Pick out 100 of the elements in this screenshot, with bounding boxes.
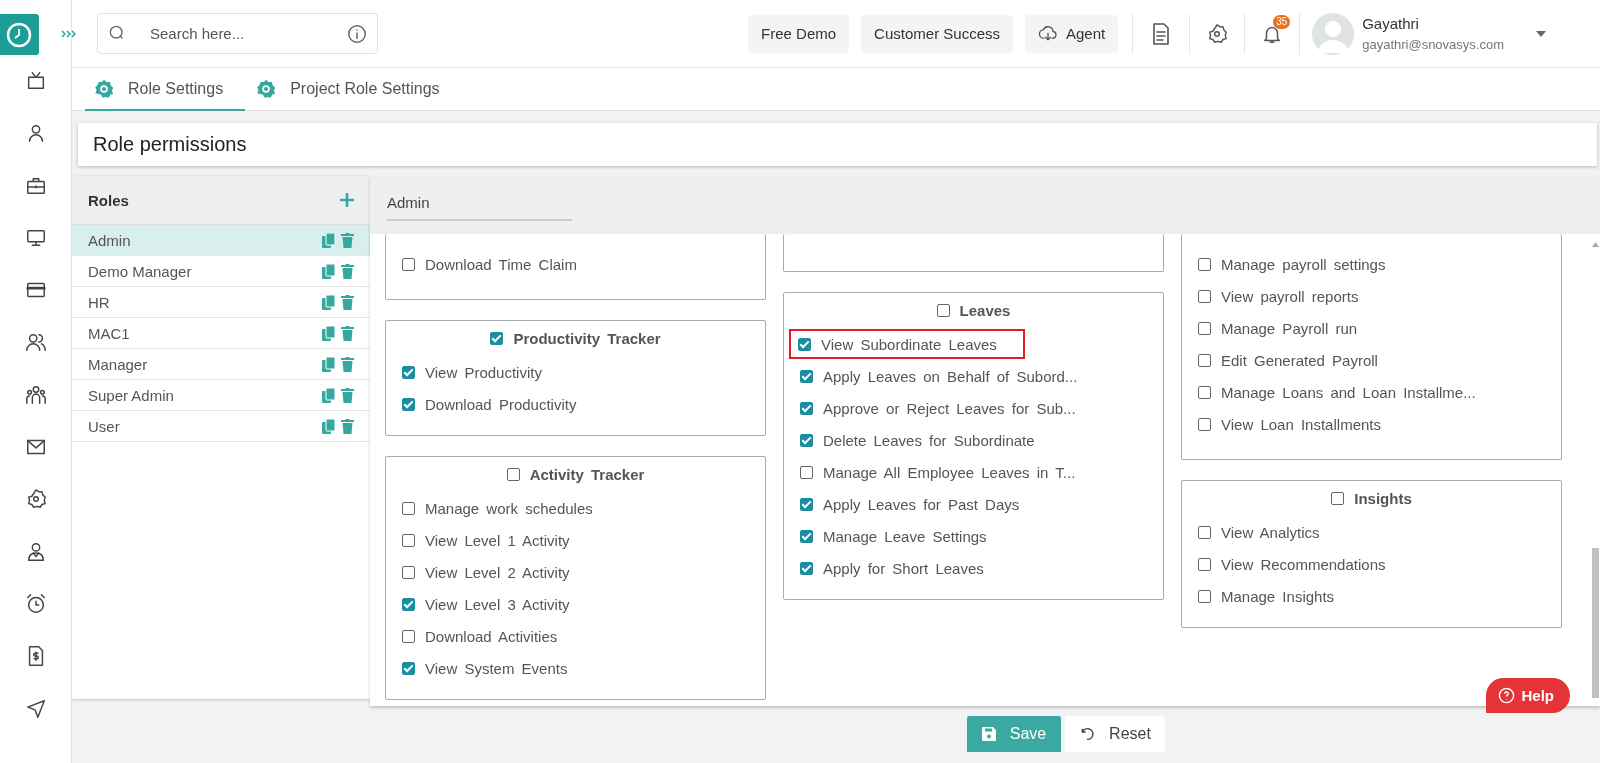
permission-label: Download Productivity bbox=[425, 395, 577, 413]
search-field[interactable]: Search here... bbox=[97, 13, 378, 54]
checkbox[interactable] bbox=[1198, 353, 1211, 367]
checkbox[interactable] bbox=[800, 497, 813, 511]
checkbox[interactable] bbox=[1198, 589, 1211, 603]
permission-label: View System Events bbox=[425, 659, 568, 677]
expand-chevrons-icon[interactable] bbox=[60, 28, 76, 40]
role-name: Demo Manager bbox=[88, 262, 193, 280]
permission-label: Manage payroll settings bbox=[1221, 255, 1386, 273]
role-name: User bbox=[88, 417, 121, 435]
role-row[interactable]: User bbox=[72, 411, 370, 442]
copy-icon[interactable] bbox=[322, 325, 336, 341]
checkbox[interactable] bbox=[800, 433, 813, 447]
role-row[interactable]: HR bbox=[72, 287, 370, 318]
permission-label: View Subordinate Leaves bbox=[821, 335, 997, 353]
copy-icon[interactable] bbox=[322, 232, 336, 248]
checkbox[interactable] bbox=[490, 331, 504, 345]
role-name: HR bbox=[88, 293, 111, 311]
permission-label: Apply Leaves for Past Days bbox=[823, 495, 1020, 513]
user-name: Gayathri bbox=[1362, 15, 1420, 32]
copy-icon[interactable] bbox=[322, 294, 336, 310]
permission-label: Apply Leaves on Behalf of Subord... bbox=[823, 367, 1078, 385]
checkbox[interactable] bbox=[800, 529, 813, 543]
group-title: Productivity Tracker bbox=[513, 329, 661, 347]
trash-icon[interactable] bbox=[341, 263, 354, 279]
trash-icon[interactable] bbox=[341, 294, 354, 310]
checkbox[interactable] bbox=[1331, 491, 1345, 505]
checkbox[interactable] bbox=[936, 303, 950, 317]
permission-label: View Loan Installments bbox=[1221, 415, 1381, 433]
checkbox[interactable] bbox=[1198, 321, 1211, 335]
group-title: Insights bbox=[1354, 489, 1412, 507]
undo-icon bbox=[1079, 726, 1096, 742]
permission-label: View Level 2 Activity bbox=[425, 563, 570, 581]
app-logo[interactable] bbox=[0, 14, 39, 55]
trash-icon[interactable] bbox=[341, 387, 354, 403]
checkbox[interactable] bbox=[402, 565, 415, 579]
checkbox[interactable] bbox=[800, 465, 813, 479]
copy-icon[interactable] bbox=[322, 387, 336, 403]
permission-label: View Productivity bbox=[425, 363, 542, 381]
role-name: MAC1 bbox=[88, 324, 131, 342]
header-button[interactable]: Free Demo bbox=[748, 14, 850, 53]
header-button[interactable]: Customer Success bbox=[861, 14, 1013, 53]
checkbox[interactable] bbox=[402, 365, 415, 379]
help-button[interactable]: Help bbox=[1486, 678, 1570, 713]
caret-icon[interactable] bbox=[1536, 30, 1546, 37]
page-title: Role permissions bbox=[93, 133, 247, 156]
trash-icon[interactable] bbox=[341, 418, 354, 434]
settings-icon[interactable] bbox=[1206, 22, 1229, 45]
group-icon[interactable] bbox=[24, 383, 47, 406]
permission-label: Edit Generated Payroll bbox=[1221, 351, 1378, 369]
checkbox[interactable] bbox=[1198, 557, 1211, 571]
role-row[interactable]: MAC1 bbox=[72, 318, 370, 349]
copy-icon[interactable] bbox=[322, 356, 336, 372]
checkbox[interactable] bbox=[800, 561, 813, 575]
role-name: Super Admin bbox=[88, 386, 175, 404]
checkbox[interactable] bbox=[402, 501, 415, 515]
role-row[interactable]: Manager bbox=[72, 349, 370, 380]
checkbox[interactable] bbox=[800, 401, 813, 415]
role-row[interactable]: Demo Manager bbox=[72, 256, 370, 287]
group-title: Leaves bbox=[959, 301, 1011, 319]
permission-label: View Analytics bbox=[1221, 523, 1320, 541]
checkbox[interactable] bbox=[402, 597, 415, 611]
role-row[interactable]: Admin bbox=[72, 225, 370, 256]
checkbox[interactable] bbox=[1198, 525, 1211, 539]
role-name-field[interactable]: Admin bbox=[387, 189, 572, 221]
permission-label: Manage Leave Settings bbox=[823, 527, 987, 545]
checkbox[interactable] bbox=[798, 337, 811, 351]
checkbox[interactable] bbox=[1198, 385, 1211, 399]
copy-icon[interactable] bbox=[322, 263, 336, 279]
checkbox[interactable] bbox=[402, 629, 415, 643]
scrollbar-thumb[interactable] bbox=[1591, 548, 1599, 698]
checkbox[interactable] bbox=[402, 257, 415, 271]
checkbox[interactable] bbox=[1198, 289, 1211, 303]
tab[interactable]: Role Settings bbox=[85, 68, 246, 111]
trash-icon[interactable] bbox=[341, 356, 354, 372]
group-title: Activity Tracker bbox=[529, 465, 645, 483]
copy-icon[interactable] bbox=[322, 418, 336, 434]
role-name: Manager bbox=[88, 355, 149, 373]
checkbox[interactable] bbox=[506, 467, 520, 481]
checkbox[interactable] bbox=[1198, 257, 1211, 271]
panel-title: Roles bbox=[88, 191, 129, 209]
checkbox[interactable] bbox=[800, 369, 813, 383]
gear-icon bbox=[256, 78, 277, 99]
checkbox[interactable] bbox=[1198, 417, 1211, 431]
users-icon[interactable] bbox=[24, 331, 47, 354]
permission-label: Manage Loans and Loan Installme... bbox=[1221, 383, 1476, 401]
send-icon[interactable] bbox=[24, 697, 47, 720]
tab[interactable]: Project Role Settings bbox=[247, 68, 462, 111]
trash-icon[interactable] bbox=[341, 325, 354, 341]
info-icon[interactable] bbox=[346, 23, 368, 45]
alarm-clock-icon[interactable] bbox=[24, 592, 47, 615]
role-row[interactable]: Super Admin bbox=[72, 380, 370, 411]
checkbox[interactable] bbox=[402, 661, 415, 675]
reset-button[interactable]: Reset bbox=[1065, 716, 1165, 752]
permission-label: Download Activities bbox=[425, 627, 558, 645]
permission-label: Manage Insights bbox=[1221, 587, 1335, 605]
checkbox[interactable] bbox=[402, 533, 415, 547]
agent-button[interactable]: Agent bbox=[1025, 14, 1119, 53]
question-icon bbox=[1498, 687, 1516, 704]
checkbox[interactable] bbox=[402, 397, 415, 411]
